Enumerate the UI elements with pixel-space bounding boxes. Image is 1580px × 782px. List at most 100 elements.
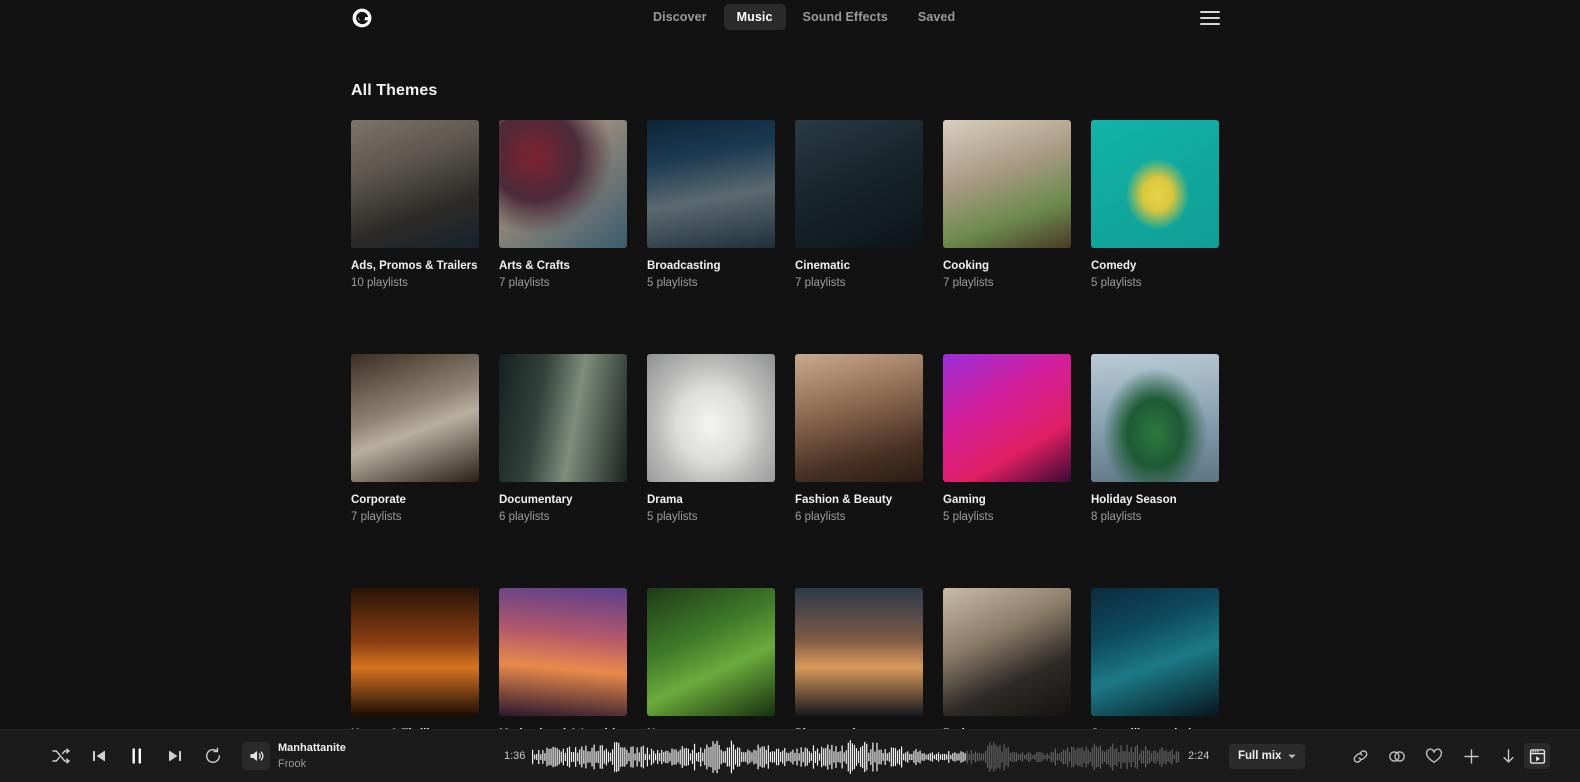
similar-tracks-icon[interactable] <box>1387 746 1407 766</box>
news-anchor-interview-artwork <box>647 120 775 248</box>
phone-on-film-reels-artwork <box>351 120 479 248</box>
chevron-down-icon <box>1288 754 1297 758</box>
mix-selector-button[interactable]: Full mix <box>1229 743 1306 769</box>
theme-card[interactable]: Comedy 5 playlists <box>1091 120 1219 291</box>
tab-sound-effects[interactable]: Sound Effects <box>790 4 901 30</box>
theme-card[interactable]: Documentary 6 playlists <box>499 353 627 525</box>
theme-card[interactable]: Cooking 7 playlists <box>943 120 1071 291</box>
theme-card[interactable]: Horror & Thriller4 playlists <box>351 587 479 729</box>
hamburger-line <box>1200 23 1220 25</box>
theme-card[interactable]: Photography6 playlists <box>795 587 923 729</box>
theme-card-thumbnail[interactable] <box>1091 587 1219 716</box>
theme-card-thumbnail[interactable] <box>1091 353 1219 482</box>
video-player-icon[interactable] <box>1524 743 1550 769</box>
hamburger-line <box>1200 11 1220 13</box>
white-theatre-mask-artwork <box>647 353 775 482</box>
tab-saved[interactable]: Saved <box>905 4 968 30</box>
download-icon[interactable] <box>1498 746 1518 766</box>
theme-card[interactable]: Motivational & Inspiring6 playlists <box>499 587 629 729</box>
theme-card-thumbnail[interactable] <box>647 120 775 248</box>
nav-tabs: Discover Music Sound Effects Saved <box>640 4 968 30</box>
theme-card-thumbnail[interactable] <box>499 353 627 482</box>
theme-card-thumbnail[interactable] <box>351 587 479 716</box>
business-newspapers-artwork <box>351 353 479 482</box>
shuffle-icon[interactable] <box>50 745 72 767</box>
theme-card-playlist-count: 6 playlists <box>499 511 550 524</box>
theme-card[interactable]: Corporate 7 playlists <box>351 353 479 525</box>
theme-card[interactable]: Broadcasting 5 playlists <box>647 120 775 291</box>
theme-card[interactable]: Gaming 5 playlists <box>943 353 1071 525</box>
theme-card-playlist-count: 10 playlists <box>351 277 408 290</box>
theme-card-thumbnail[interactable] <box>647 587 775 716</box>
hamburger-icon[interactable] <box>1200 9 1220 27</box>
snowy-christmas-tree-artwork <box>1091 353 1219 482</box>
theme-card[interactable]: Holiday Season 8 playlists <box>1091 353 1219 525</box>
film-camera-closeup-artwork <box>795 120 923 248</box>
volume-icon[interactable] <box>242 742 270 770</box>
theme-card[interactable]: Fashion & Beauty 6 playlists <box>795 353 923 525</box>
track-duration: 2:24 <box>1188 750 1210 762</box>
theme-card-thumbnail[interactable] <box>1091 120 1219 248</box>
theme-card-playlist-count: 5 playlists <box>647 511 698 524</box>
theme-card-thumbnail[interactable] <box>647 353 775 482</box>
theme-card[interactable]: Storytelling techniques7 playlists <box>1091 587 1219 729</box>
theme-card[interactable]: Cinematic 7 playlists <box>795 120 923 291</box>
track-artist: Frook <box>278 757 307 770</box>
add-to-playlist-icon[interactable] <box>1461 746 1481 766</box>
now-playing-info[interactable]: Manhattanite Frook <box>278 741 346 771</box>
theme-card[interactable]: Ads, Promos & Trailers 10 playlists <box>351 120 479 291</box>
theme-card-thumbnail[interactable] <box>943 587 1071 716</box>
share-link-icon[interactable] <box>1350 746 1370 766</box>
theme-card-thumbnail[interactable] <box>499 120 627 248</box>
tab-music[interactable]: Music <box>723 4 786 30</box>
theme-card-thumbnail[interactable] <box>499 587 627 716</box>
hamburger-line <box>1200 17 1220 19</box>
theme-card-playlist-count: 7 playlists <box>351 511 402 524</box>
top-navigation-bar: Discover Music Sound Effects Saved <box>0 0 1580 36</box>
epidemic-sound-logo[interactable] <box>350 6 374 30</box>
theme-card-playlist-count: 6 playlists <box>795 511 846 524</box>
theme-card-title: Broadcasting <box>647 260 721 272</box>
theme-card-thumbnail[interactable] <box>795 120 923 248</box>
waveform[interactable] <box>532 739 1180 775</box>
tab-discover[interactable]: Discover <box>640 4 720 30</box>
theme-card-thumbnail[interactable] <box>943 353 1071 482</box>
green-valley-hills-artwork <box>647 587 775 716</box>
theme-card-title: Gaming <box>943 493 986 506</box>
theme-card[interactable]: Arts & Crafts 7 playlists <box>499 120 627 291</box>
waveform-scrubber[interactable] <box>532 730 1180 782</box>
theme-card-playlist-count: 5 playlists <box>943 511 994 524</box>
paint-palette-bowls-artwork <box>499 120 627 248</box>
theme-card-thumbnail[interactable] <box>943 120 1071 248</box>
arms-raised-sunset-artwork <box>499 587 627 716</box>
track-title: Manhattanite <box>278 742 346 755</box>
banana-peel-on-teal-artwork <box>1091 120 1219 248</box>
player-bar: Manhattanite Frook 1:36 2:24 Full mix <box>0 729 1580 782</box>
theme-card-playlist-count: 5 playlists <box>647 277 698 290</box>
theme-card-playlist-count: 8 playlists <box>1091 511 1142 524</box>
theme-card[interactable]: Drama 5 playlists <box>647 353 775 525</box>
previous-track-icon[interactable] <box>88 745 110 767</box>
theme-card-thumbnail[interactable] <box>351 353 479 482</box>
theme-card-thumbnail[interactable] <box>351 120 479 248</box>
gamer-magenta-neon-artwork <box>943 353 1071 482</box>
page-title: All Themes <box>351 82 438 99</box>
theme-card-title: Fashion & Beauty <box>795 493 893 506</box>
photographer-sunset-artwork <box>795 587 923 716</box>
theme-card-title: Corporate <box>351 493 406 506</box>
next-track-icon[interactable] <box>164 745 186 767</box>
theme-card[interactable]: Podcast5 playlists <box>943 587 1071 729</box>
repeat-icon[interactable] <box>202 745 224 767</box>
mix-selector-label: Full mix <box>1238 750 1282 762</box>
theme-card-thumbnail[interactable] <box>795 587 923 716</box>
theme-card-title: Cinematic <box>795 260 850 272</box>
pause-button[interactable] <box>126 745 148 767</box>
theme-card-title: Ads, Promos & Trailers <box>351 260 478 272</box>
theme-card-playlist-count: 7 playlists <box>795 277 846 290</box>
person-by-window-blinds-artwork <box>499 353 627 482</box>
theme-card[interactable]: Nature10 playlists <box>647 587 775 729</box>
favorite-heart-icon[interactable] <box>1424 746 1444 766</box>
theme-card-title: Drama <box>647 493 683 506</box>
theme-card-thumbnail[interactable] <box>795 353 923 482</box>
theme-card-grid: Ads, Promos & Trailers 10 playlists Arts &… <box>351 120 1231 729</box>
